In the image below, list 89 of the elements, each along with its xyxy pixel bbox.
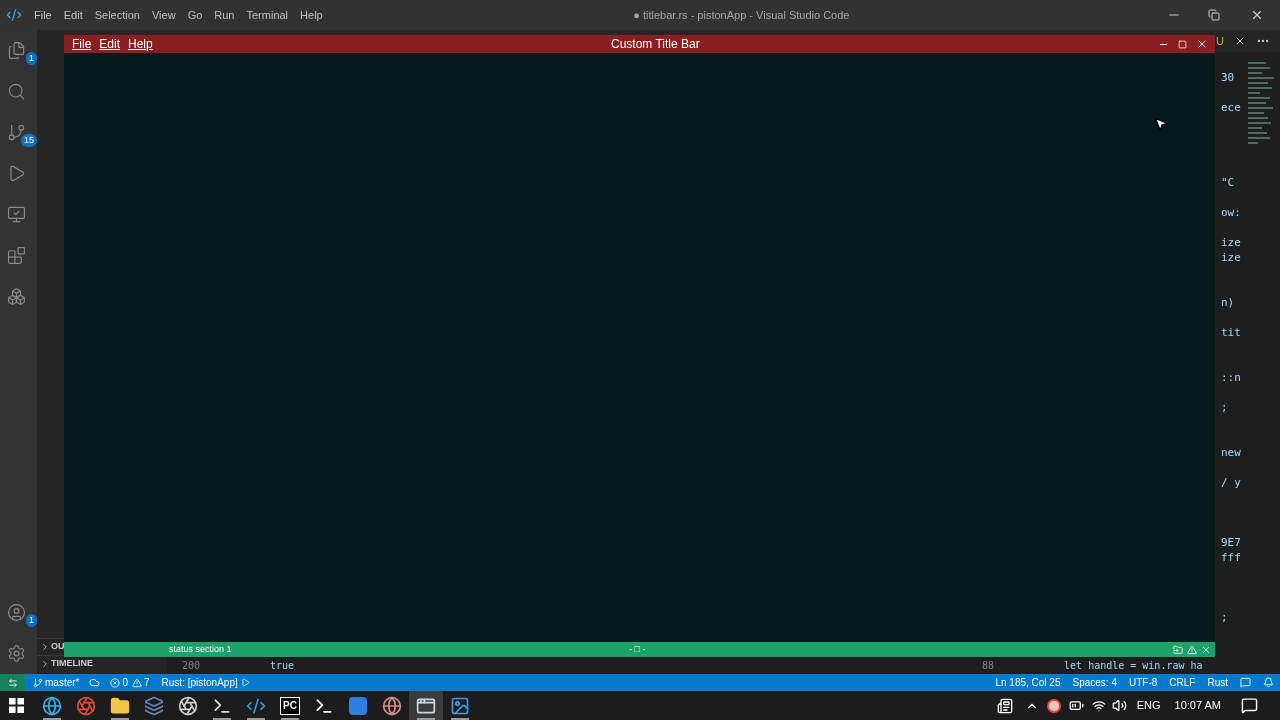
- clock[interactable]: 10:07 AM: [1174, 697, 1221, 714]
- taskbar-button[interactable]: PC: [273, 691, 307, 720]
- warning-count[interactable]: 7: [144, 675, 150, 690]
- code-fragment: fff: [1221, 550, 1241, 566]
- code-line: true: [270, 659, 295, 673]
- maximize-icon[interactable]: [1178, 39, 1187, 49]
- globe-icon: [382, 695, 402, 716]
- folder-icon[interactable]: [1173, 644, 1183, 655]
- account-icon[interactable]: [7, 603, 26, 622]
- notification-icon[interactable]: [1241, 697, 1258, 714]
- code-fragment: ize: [1221, 250, 1241, 266]
- code-fragment: ::n: [1221, 370, 1241, 386]
- line-number: 88: [982, 659, 995, 673]
- section-title[interactable]: TIMELINE: [51, 657, 93, 671]
- status-section: status section 1: [169, 642, 629, 657]
- menu-item[interactable]: Edit: [95, 35, 125, 53]
- code-fragment: tit: [1221, 325, 1241, 341]
- play-icon[interactable]: [240, 678, 250, 687]
- files-icon[interactable]: [7, 41, 26, 60]
- badge: 1: [26, 614, 37, 627]
- error-icon[interactable]: [110, 677, 121, 688]
- windows-logo-icon: [9, 698, 24, 713]
- language-indicator[interactable]: ENG: [1136, 697, 1161, 714]
- code-line: let handle = win.raw ha: [1064, 659, 1203, 673]
- bell-icon[interactable]: [1263, 677, 1274, 688]
- settings-icon[interactable]: [7, 644, 26, 663]
- status-center: - □ -: [629, 642, 646, 656]
- code-fragment: ow:: [1221, 205, 1241, 221]
- code-fragment: 30: [1221, 70, 1235, 86]
- circles-icon[interactable]: [7, 287, 26, 306]
- code-fragment: ;: [1221, 400, 1228, 416]
- news-icon[interactable]: [996, 697, 1013, 714]
- menu-item[interactable]: Help: [294, 6, 329, 24]
- status-item[interactable]: UTF-8: [1122, 675, 1164, 690]
- close-icon[interactable]: [1250, 8, 1264, 22]
- code-fragment: ece: [1221, 100, 1241, 116]
- code-fragment: n): [1221, 295, 1235, 311]
- modified-mark: U: [1216, 33, 1224, 49]
- menu-item[interactable]: Run: [208, 6, 241, 24]
- rust-status[interactable]: Rust: [pistonApp]: [161, 675, 238, 690]
- wifi-icon[interactable]: [1091, 698, 1106, 713]
- folder-icon: [110, 695, 130, 716]
- section-title[interactable]: OU: [51, 640, 65, 654]
- restore-icon[interactable]: [1208, 9, 1220, 21]
- status-item[interactable]: Spaces: 4: [1066, 675, 1123, 690]
- app-tray-icon[interactable]: [1046, 698, 1061, 713]
- battery-icon[interactable]: [1068, 698, 1084, 713]
- code-fragment: 9E7: [1221, 535, 1241, 551]
- close-icon[interactable]: [1234, 35, 1246, 47]
- branch-icon[interactable]: [33, 677, 43, 688]
- menu-item[interactable]: Edit: [57, 6, 89, 24]
- line-number: 200: [182, 659, 201, 673]
- mouse-pointer-icon: [1153, 116, 1169, 132]
- window-title: ● titlebar.rs - pistonApp - Visual Studio Code: [633, 7, 850, 23]
- remote-icon: [7, 677, 18, 688]
- layers-icon: [144, 695, 164, 716]
- code-fragment: ;: [1221, 610, 1228, 626]
- app-icon: [349, 696, 367, 715]
- code-fragment: / y: [1221, 475, 1241, 491]
- window-title: Custom Title Bar: [611, 36, 700, 53]
- source-control-icon[interactable]: [7, 123, 26, 142]
- status-item[interactable]: Ln 185, Col 25: [989, 675, 1067, 690]
- sync-icon[interactable]: [89, 677, 101, 688]
- code-fragment: "C: [1221, 175, 1235, 191]
- warning-icon[interactable]: [132, 677, 142, 688]
- badge: 15: [21, 134, 37, 147]
- extensions-icon[interactable]: [7, 246, 26, 265]
- status-item[interactable]: Rust: [1201, 675, 1234, 690]
- code-fragment: new: [1221, 445, 1241, 461]
- status-item[interactable]: CRLF: [1163, 675, 1202, 690]
- code-fragment: ize: [1221, 235, 1241, 251]
- photos-icon: [450, 695, 470, 716]
- menu-item[interactable]: Go: [181, 6, 209, 24]
- error-count[interactable]: 0: [122, 675, 128, 690]
- branch-name[interactable]: master*: [45, 675, 80, 690]
- badge: 1: [26, 52, 37, 65]
- remote-explorer-icon[interactable]: [7, 205, 26, 224]
- volume-icon[interactable]: [1111, 698, 1127, 713]
- search-icon[interactable]: [7, 82, 26, 101]
- run-debug-icon[interactable]: [7, 164, 26, 183]
- menu-item[interactable]: File: [28, 6, 58, 24]
- menu-item[interactable]: Help: [124, 35, 157, 53]
- menu-item[interactable]: View: [145, 6, 182, 24]
- taskbar-button[interactable]: [409, 691, 443, 720]
- menu-item[interactable]: Selection: [88, 6, 146, 24]
- pycharm-icon: PC: [280, 696, 300, 715]
- menu-item[interactable]: File: [68, 35, 96, 53]
- menu-item[interactable]: Terminal: [240, 6, 295, 24]
- feedback-icon[interactable]: [1240, 677, 1251, 688]
